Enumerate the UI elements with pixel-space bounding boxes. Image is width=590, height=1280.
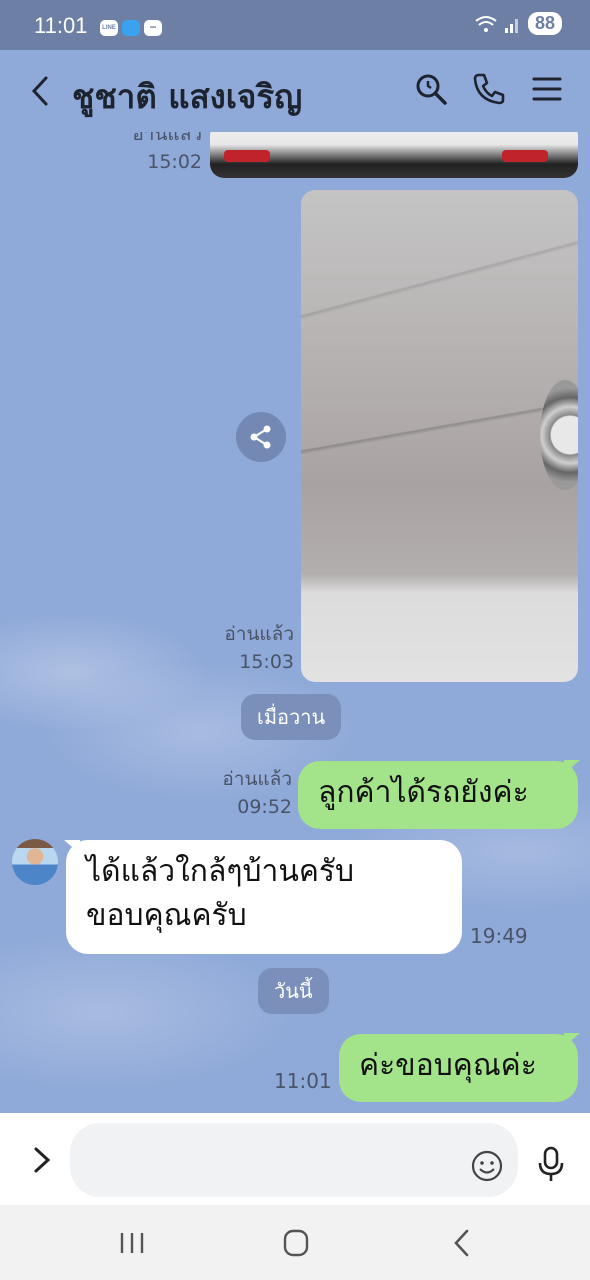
read-label: อ่านแล้ว — [224, 623, 294, 645]
message-time: 11:01 — [274, 1069, 332, 1093]
message-time: 09:52 — [237, 796, 292, 818]
car-taillight — [224, 150, 270, 162]
message-line: ขอบคุณครับ — [86, 898, 247, 933]
message-time: 15:03 — [239, 651, 294, 673]
battery-level: 88 — [527, 12, 562, 35]
notification-icons: LINE ••• — [100, 20, 162, 36]
date-separator: วันนี้ — [258, 968, 329, 1014]
menu-icon[interactable] — [530, 72, 564, 106]
back-icon[interactable] — [26, 72, 56, 110]
chat-title: ชูชาติ แสงเจริญ — [72, 77, 303, 116]
read-receipt: อ่านแล้ว 09:52 — [196, 765, 292, 821]
status-bar: 11:01 LINE ••• 88 — [0, 0, 590, 50]
message-line: ได้แล้วใกล้ๆบ้านครับ — [86, 854, 355, 889]
share-button[interactable] — [236, 412, 286, 462]
chat-app-icon: ••• — [144, 20, 162, 36]
read-label: อ่านแล้ว — [222, 768, 292, 790]
back-nav-icon[interactable] — [442, 1227, 482, 1259]
home-icon[interactable] — [276, 1227, 316, 1259]
car-taillight — [502, 150, 548, 162]
microphone-icon[interactable] — [536, 1145, 566, 1183]
incoming-message[interactable]: ได้แล้วใกล้ๆบ้านครับ ขอบคุณครับ — [66, 840, 462, 954]
expand-chevron-icon[interactable] — [28, 1145, 56, 1175]
recent-apps-icon[interactable] — [112, 1227, 152, 1259]
line-app-icon: LINE — [100, 20, 118, 36]
wheel-in-photo — [540, 380, 578, 490]
message-time: 15:02 — [147, 151, 202, 173]
date-separator: เมื่อวาน — [241, 694, 342, 740]
outgoing-message[interactable]: ค่ะขอบคุณค่ะ — [339, 1034, 578, 1102]
calendar-app-icon — [122, 20, 140, 36]
message-input-bar — [0, 1113, 590, 1205]
chat-area[interactable]: อ่านแล้ว 15:02 อ่านแล้ว 15:03 เมื่อวาน อ… — [0, 132, 590, 1113]
message-time: 19:49 — [470, 924, 528, 948]
avatar[interactable] — [12, 839, 58, 885]
status-right: 88 — [474, 12, 562, 35]
emoji-icon[interactable] — [470, 1149, 504, 1183]
status-time: 11:01 — [34, 13, 88, 38]
read-receipt: อ่านแล้ว 15:03 — [196, 620, 294, 676]
image-message-floor[interactable] — [301, 190, 578, 682]
read-receipt: อ่านแล้ว 15:02 — [110, 132, 202, 176]
read-label: อ่านแล้ว — [132, 132, 202, 145]
image-message-car[interactable] — [210, 132, 578, 178]
share-icon — [250, 425, 271, 449]
message-input[interactable] — [70, 1123, 518, 1197]
search-icon[interactable] — [414, 72, 448, 106]
outgoing-message[interactable]: ลูกค้าได้รถยังค่ะ — [298, 761, 578, 829]
signal-icon — [504, 18, 518, 33]
system-nav-bar — [0, 1205, 590, 1280]
phone-icon[interactable] — [472, 72, 506, 106]
wifi-icon — [475, 15, 497, 32]
chat-header: ชูชาติ แสงเจริญ — [0, 50, 590, 132]
